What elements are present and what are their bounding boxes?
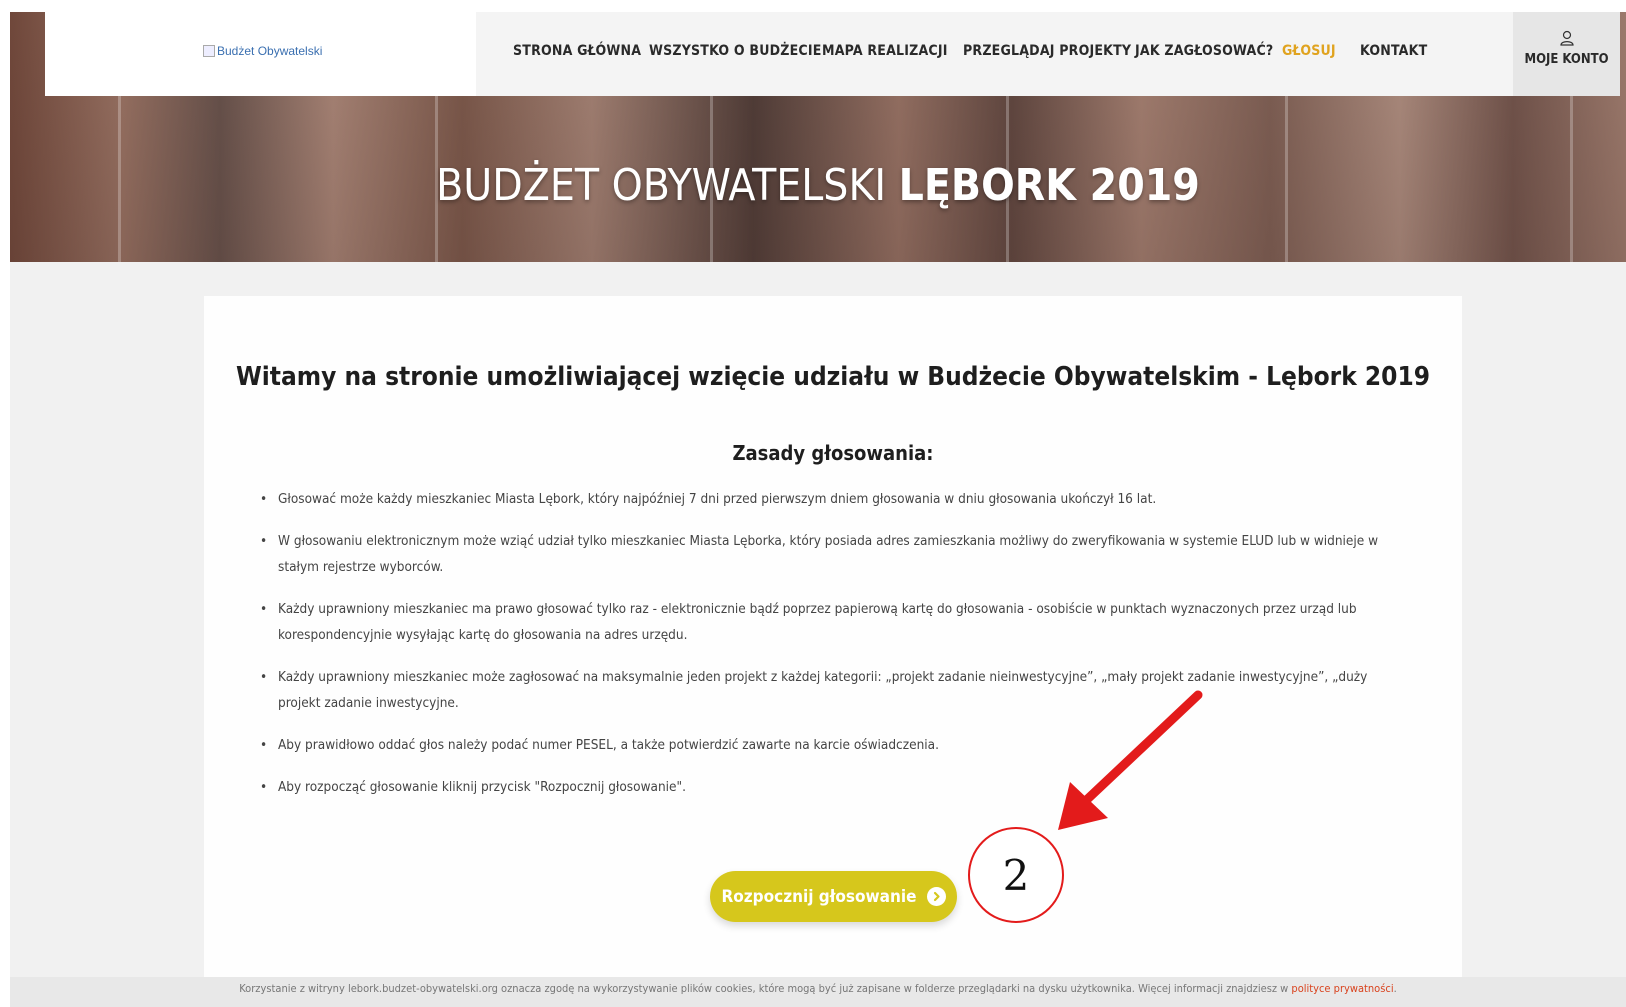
nav-item-home[interactable]: STRONA GŁÓWNA	[513, 43, 641, 59]
rules-list: Głosować może każdy mieszkaniec Miasta L…	[258, 486, 1398, 816]
hero-title-regular: BUDŻET OBYWATELSKI	[436, 160, 887, 211]
site-logo[interactable]: Budżet Obywatelski	[203, 44, 322, 58]
chevron-circle-right-icon	[926, 887, 946, 906]
rule-item: Każdy uprawniony mieszkaniec może zagłos…	[258, 664, 1398, 716]
start-voting-button[interactable]: Rozpocznij głosowanie	[710, 871, 957, 922]
cookie-bar: Korzystanie z witryny lebork.budzet-obyw…	[10, 977, 1626, 1007]
user-icon	[1560, 30, 1574, 46]
rule-item: W głosowaniu elektronicznym może wziąć u…	[258, 528, 1398, 580]
nav-item-browse-projects[interactable]: PRZEGLĄDAJ PROJEKTY	[963, 43, 1131, 59]
rule-item: Aby prawidłowo oddać głos należy podać n…	[258, 732, 1398, 758]
nav-item-about-budget[interactable]: WSZYSTKO O BUDŻECIE	[649, 43, 822, 59]
broken-image-icon	[203, 45, 215, 57]
privacy-policy-link[interactable]: polityce prywatności	[1291, 982, 1393, 995]
hero-title: BUDŻET OBYWATELSKI LĘBORK 2019	[10, 160, 1626, 211]
main-nav: STRONA GŁÓWNA WSZYSTKO O BUDŻECIE MAPA R…	[476, 12, 1513, 96]
start-voting-label: Rozpocznij głosowanie	[721, 886, 917, 907]
hero-title-bold: LĘBORK 2019	[898, 160, 1200, 211]
logo-box: Budżet Obywatelski	[45, 12, 476, 96]
rule-item: Głosować może każdy mieszkaniec Miasta L…	[258, 486, 1398, 512]
nav-item-contact[interactable]: KONTAKT	[1360, 43, 1427, 59]
cookie-suffix: .	[1393, 982, 1397, 995]
cookie-text: Korzystanie z witryny lebork.budzet-obyw…	[239, 982, 1292, 995]
my-account-button[interactable]: MOJE KONTO	[1513, 12, 1620, 96]
content-card: Witamy na stronie umożliwiającej wzięcie…	[204, 296, 1462, 977]
annotation-step-circle: 2	[968, 827, 1064, 923]
my-account-label: MOJE KONTO	[1524, 52, 1609, 67]
rules-title: Zasady głosowania:	[732, 441, 934, 465]
annotation-arrow-icon	[1058, 690, 1203, 830]
rule-item: Aby rozpocząć głosowanie kliknij przycis…	[258, 774, 1398, 800]
rule-item: Każdy uprawniony mieszkaniec ma prawo gł…	[258, 596, 1398, 648]
nav-item-vote[interactable]: GŁOSUJ	[1282, 43, 1336, 59]
nav-item-map[interactable]: MAPA REALIZACJI	[822, 43, 948, 59]
nav-item-how-to-vote[interactable]: JAK ZAGŁOSOWAĆ?	[1135, 43, 1273, 59]
logo-alt-text: Budżet Obywatelski	[217, 44, 323, 58]
welcome-title: Witamy na stronie umożliwiającej wzięcie…	[235, 362, 1430, 392]
